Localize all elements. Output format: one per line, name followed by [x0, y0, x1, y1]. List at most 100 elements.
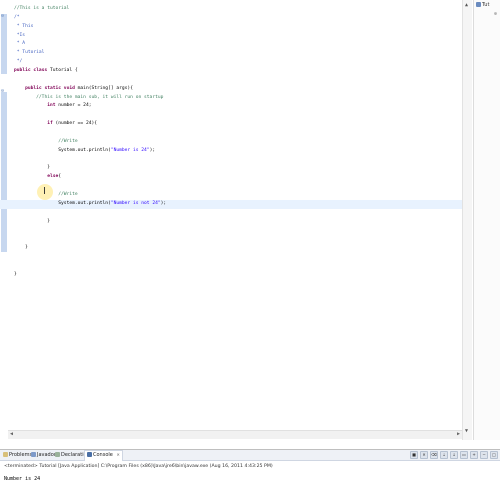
code-comment: //This is the main sub, it will run on s…: [36, 94, 164, 100]
code-text: }: [47, 165, 50, 171]
tab-console[interactable]: Console ✕: [84, 450, 123, 461]
code-line[interactable]: else{: [14, 173, 464, 182]
minimize-icon[interactable]: −: [480, 451, 488, 459]
code-editor[interactable]: ⊖ ⊖ //This is a tutorial /* * This *Is * …: [0, 0, 472, 440]
code-block-comment: * This: [14, 23, 34, 29]
console-view: Problems Javadoc Declaration Console ✕ ■…: [0, 449, 500, 501]
code-line-current[interactable]: System.out.println("Number is not 24");: [0, 199, 464, 209]
code-text: );: [160, 200, 167, 206]
code-block-comment: /*: [14, 14, 20, 20]
pin-console-icon[interactable]: ↓: [450, 451, 458, 459]
code-text: }: [47, 218, 50, 224]
code-comment: //Write: [58, 138, 78, 144]
tab-problems-label: Problems: [9, 452, 33, 458]
scroll-lock-icon[interactable]: ⇣: [440, 451, 448, 459]
javadoc-icon: [31, 452, 36, 457]
code-comment: //This is a tutorial: [14, 6, 70, 11]
code-comment: //Write: [58, 192, 78, 198]
code-line[interactable]: //This is a tutorial: [14, 5, 464, 14]
ibeam-cursor-icon: I: [43, 186, 46, 197]
code-text: main(String[] args){: [77, 85, 133, 91]
code-text: {: [58, 174, 62, 180]
console-status: <terminated> Tutorial [Java Application]…: [4, 464, 273, 469]
code-line[interactable]: [14, 253, 464, 262]
code-line[interactable]: [14, 235, 464, 244]
code-block-comment: * A: [14, 41, 26, 47]
code-line[interactable]: [14, 76, 464, 85]
console-toolbar: ■ ✕ ⌫ ⇣ ↓ ▭ + − □: [410, 451, 498, 459]
code-line[interactable]: System.out.println("Number is 24");: [14, 147, 464, 156]
code-line[interactable]: //Write: [14, 138, 464, 147]
code-line[interactable]: public static void main(String[] args){: [14, 85, 464, 94]
outline-panel: Tut ⊕: [473, 0, 500, 440]
code-line[interactable]: /*: [14, 14, 464, 23]
terminate-icon[interactable]: ■: [410, 451, 418, 459]
code-line[interactable]: [14, 209, 464, 218]
code-line[interactable]: }: [14, 164, 464, 173]
class-icon: [476, 2, 481, 7]
code-line[interactable]: }: [14, 218, 464, 227]
tab-problems[interactable]: Problems: [3, 452, 32, 458]
code-line[interactable]: [14, 156, 464, 165]
code-keyword: public static void: [25, 85, 78, 91]
code-line[interactable]: //This is the main sub, it will run on s…: [14, 94, 464, 103]
code-line[interactable]: //Write: [14, 191, 464, 200]
console-tabbar: Problems Javadoc Declaration Console ✕ ■…: [0, 450, 500, 461]
fold-bar: [1, 14, 7, 74]
scroll-left-icon[interactable]: ◀: [10, 431, 13, 437]
scroll-right-icon[interactable]: ▶: [457, 431, 460, 437]
code-line[interactable]: }: [14, 271, 464, 280]
code-lines[interactable]: //This is a tutorial /* * This *Is * A * …: [0, 5, 464, 280]
code-line[interactable]: if (number == 24){: [14, 120, 464, 129]
display-console-icon[interactable]: ▭: [460, 451, 468, 459]
console-output: Number is 24: [4, 476, 41, 482]
maximize-icon[interactable]: □: [490, 451, 498, 459]
remove-launch-icon[interactable]: ✕: [420, 451, 428, 459]
code-keyword: if: [47, 121, 56, 127]
code-line[interactable]: */: [14, 58, 464, 67]
tab-console-label: Console: [93, 452, 113, 458]
code-string: "Number is not 24": [110, 200, 161, 206]
code-line[interactable]: *Is: [14, 32, 464, 41]
code-line[interactable]: }: [14, 244, 464, 253]
open-console-icon[interactable]: +: [470, 451, 478, 459]
console-icon: [87, 452, 92, 457]
tab-javadoc[interactable]: Javadoc: [31, 452, 57, 458]
code-line[interactable]: * Tutorial: [14, 49, 464, 58]
scroll-up-icon[interactable]: ▲: [465, 2, 468, 8]
code-line[interactable]: [14, 262, 464, 271]
code-block-comment: *Is: [14, 32, 26, 38]
code-line[interactable]: * This: [14, 23, 464, 32]
code-text: }: [14, 271, 17, 277]
code-line[interactable]: [14, 111, 464, 120]
code-line[interactable]: [14, 129, 464, 138]
code-block-comment: */: [14, 59, 23, 65]
code-text: number = 24;: [58, 103, 92, 109]
code-text: System.out.println(: [58, 147, 111, 153]
outline-tab[interactable]: Tut: [476, 2, 489, 8]
fold-icon[interactable]: ⊖: [1, 89, 4, 94]
code-line[interactable]: [14, 226, 464, 235]
clear-console-icon[interactable]: ⌫: [430, 451, 438, 459]
code-text: System.out.println(: [58, 200, 111, 206]
horizontal-scrollbar[interactable]: ◀ ▶: [8, 430, 462, 439]
method-icon: ⊕: [494, 11, 498, 17]
code-text: );: [149, 147, 156, 153]
outline-tab-label: Tut: [482, 2, 490, 8]
code-line[interactable]: [14, 182, 464, 191]
code-text: (number == 24){: [55, 121, 98, 127]
scroll-down-icon[interactable]: ▼: [465, 428, 468, 434]
code-line[interactable]: public class Tutorial {: [14, 67, 464, 76]
problems-icon: [3, 452, 8, 457]
fold-icon[interactable]: ⊖: [1, 14, 4, 19]
declaration-icon: [55, 452, 60, 457]
code-text: Tutorial {: [49, 68, 78, 74]
code-line[interactable]: * A: [14, 40, 464, 49]
mouse-cursor-highlight: I: [37, 184, 53, 200]
editor-ruler: ⊖ ⊖: [0, 0, 8, 440]
close-icon[interactable]: ✕: [116, 452, 119, 457]
vertical-scrollbar[interactable]: ▲ ▼: [462, 0, 472, 440]
code-keyword: public class: [14, 68, 50, 74]
code-string: "Number is 24": [110, 147, 150, 153]
code-line[interactable]: int number = 24;: [14, 102, 464, 111]
